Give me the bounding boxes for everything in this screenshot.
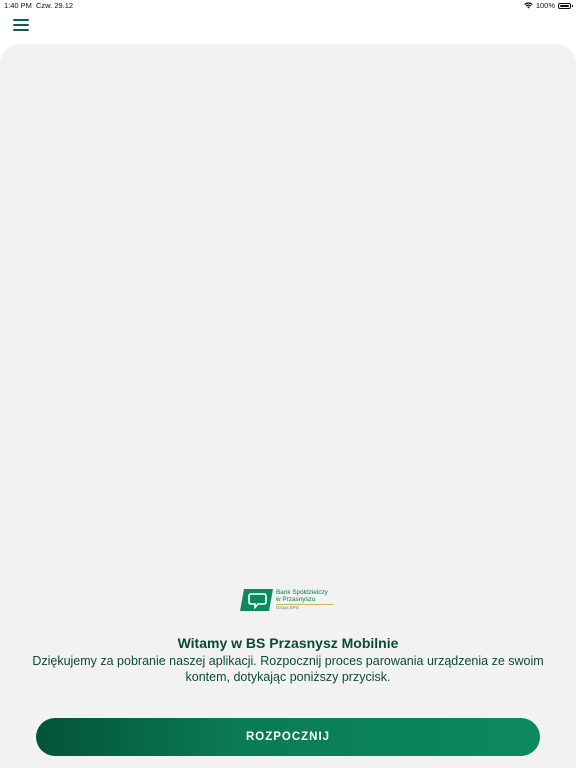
bank-logo-subtitle: Grupa BPS bbox=[276, 605, 299, 610]
status-date: Czw. 29.12 bbox=[36, 1, 74, 10]
battery-icon bbox=[558, 2, 573, 9]
bank-logo-line2: w Przasnyszu bbox=[276, 596, 316, 603]
status-bar: 1:40 PM Czw. 29.12 100% bbox=[0, 0, 576, 12]
bank-logo-icon bbox=[240, 589, 273, 611]
status-indicators: 100% bbox=[524, 1, 573, 10]
bank-logo-text: Bank Spółdzielczy w Przasnyszu bbox=[276, 589, 328, 603]
welcome-text: Dziękujemy za pobranie naszej aplikacji.… bbox=[32, 654, 544, 684]
bank-logo: Bank Spółdzielczy w Przasnyszu Grupa BPS bbox=[240, 589, 340, 613]
bank-logo-line1: Bank Spółdzielczy bbox=[276, 589, 328, 596]
hamburger-menu-icon[interactable] bbox=[12, 17, 32, 33]
battery-percent: 100% bbox=[535, 1, 555, 10]
welcome-title: Witamy w BS Przasnysz Mobilnie bbox=[177, 635, 399, 651]
wifi-icon bbox=[524, 2, 533, 9]
start-button[interactable]: ROZPOCZNIJ bbox=[36, 718, 540, 756]
status-time: 1:40 PM bbox=[4, 1, 32, 10]
